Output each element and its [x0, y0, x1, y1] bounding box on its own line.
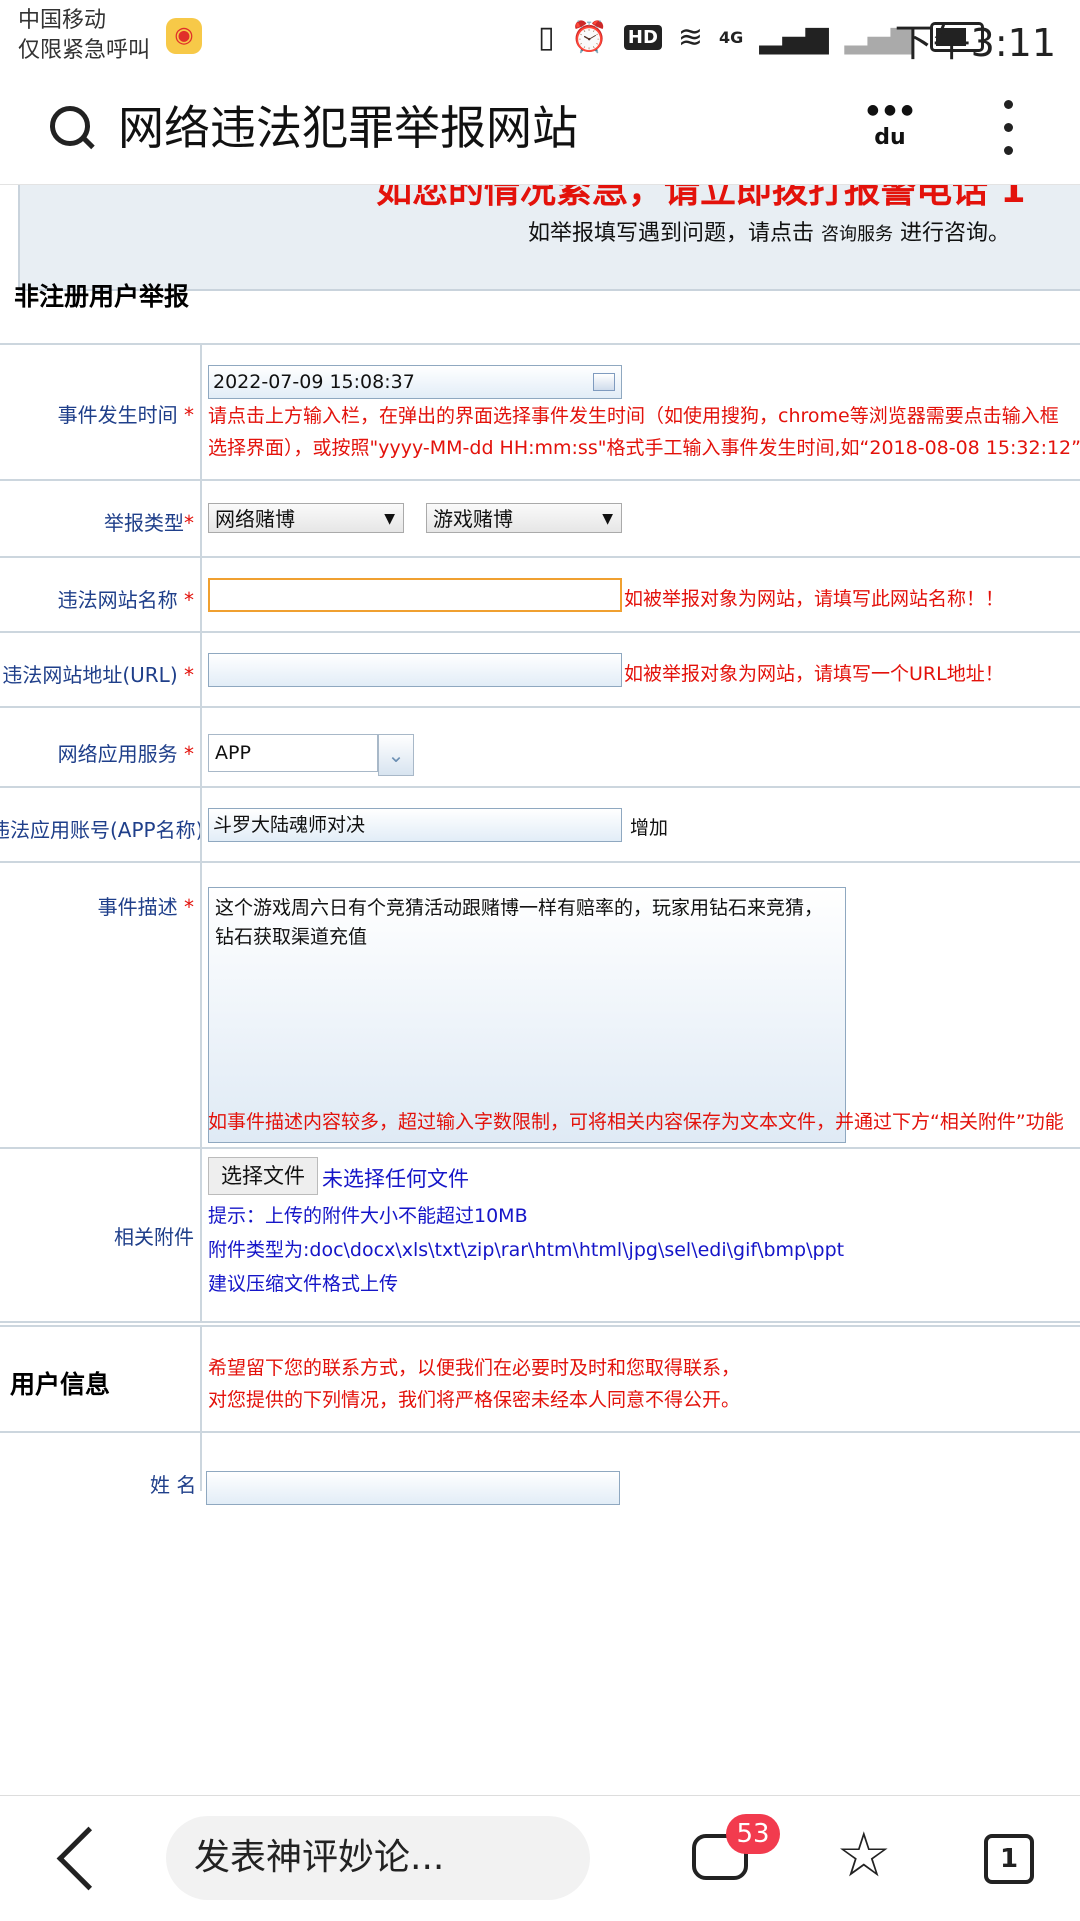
site-url-hint: 如被举报对象为网站，请填写一个URL地址！: [624, 663, 1004, 685]
attachment-tip-types: 附件类型为:doc\docx\xls\txt\zip\rar\htm\html\…: [208, 1239, 845, 1261]
description-hint: 如事件描述内容较多，超过输入字数限制，可将相关内容保存为文本文件，并通过下方“相…: [208, 1111, 1064, 1133]
site-url-cell: 如被举报对象为网站，请填写一个URL地址！: [200, 633, 1080, 706]
app-account-cell: 斗罗大陆魂师对决 增加: [200, 788, 1080, 861]
report-type-value: 网络赌博: [215, 507, 295, 531]
back-icon[interactable]: [56, 1826, 121, 1891]
app-account-input[interactable]: 斗罗大陆魂师对决: [208, 808, 622, 842]
app-service-cell: APP ⌄: [200, 708, 1080, 786]
name-cell-divider: [200, 1431, 202, 1491]
event-time-label: 事件发生时间 *: [57, 403, 194, 427]
emergency-headline: 如您的情况紧急，请立即拨打报警电话 1: [376, 185, 1026, 211]
event-time-input[interactable]: 2022-07-09 15:08:37: [208, 365, 622, 399]
row-event-time: 事件发生时间 * 2022-07-09 15:08:37 请点击上方输入栏，在弹…: [0, 345, 1080, 481]
row-report-type: 举报类型* 网络赌博 ▼ 游戏赌博 ▼: [0, 481, 1080, 558]
app-account-label: 违法应用账号(APP名称) *: [0, 818, 220, 842]
user-info-row: 用户信息 希望留下您的联系方式，以便我们在必要时及时和您取得联系， 对您提供的下…: [0, 1325, 1080, 1433]
description-label: 事件描述 *: [97, 895, 194, 919]
row-description: 事件描述 * 这个游戏周六日有个竞猜活动跟赌博一样有赔率的，玩家用钻石来竞猜，钻…: [0, 863, 1080, 1149]
hd-icon: HD: [623, 24, 662, 50]
browser-bottom-bar: 发表神评妙论... 53 ☆ 1: [0, 1795, 1080, 1921]
row-app-service: 网络应用服务 * APP ⌄: [0, 708, 1080, 788]
report-type-label: 举报类型*: [104, 511, 194, 535]
site-name-hint: 如被举报对象为网站，请填写此网站名称！！: [624, 588, 1005, 610]
web-page: 如您的情况紧急，请立即拨打报警电话 1 如举报填写遇到问题，请点击 咨询服务 进…: [0, 185, 1080, 1795]
help-text: 如举报填写遇到问题，请点击 咨询服务 进行咨询。: [528, 215, 1010, 247]
user-info-note-1: 希望留下您的联系方式，以便我们在必要时及时和您取得联系，: [208, 1357, 741, 1379]
section-title: 非注册用户举报: [14, 282, 190, 311]
report-type-cell: 网络赌博 ▼ 游戏赌博 ▼: [200, 481, 1080, 556]
search-icon[interactable]: [50, 106, 90, 146]
user-info-note-2: 对您提供的下列情况，我们将严格保密未经本人同意不得公开。: [208, 1389, 741, 1411]
vibrate-icon: ▯: [538, 19, 555, 55]
weibo-icon: ◉: [166, 18, 202, 54]
dropdown-arrow-icon: ▼: [384, 511, 395, 527]
user-info-title: 用户信息: [10, 1370, 111, 1399]
choose-file-button[interactable]: 选择文件: [208, 1157, 318, 1195]
report-type-select[interactable]: 网络赌博 ▼: [208, 503, 404, 533]
name-label: 姓 名: [150, 1473, 197, 1497]
row-site-url: 违法网站地址(URL) * 如被举报对象为网站，请填写一个URL地址！: [0, 633, 1080, 708]
app-service-label: 网络应用服务 *: [57, 742, 194, 766]
add-account-link[interactable]: 增加: [630, 813, 668, 840]
report-subtype-select[interactable]: 游戏赌博 ▼: [426, 503, 622, 533]
attachment-cell: 选择文件 未选择任何文件 提示：上传的附件大小不能超过10MB 附件类型为:do…: [200, 1149, 1080, 1321]
browser-search-bar[interactable]: 网络违法犯罪举报网站 du: [0, 78, 1080, 185]
tabs-icon[interactable]: 1: [984, 1834, 1034, 1884]
file-status: 未选择任何文件: [322, 1167, 469, 1191]
clock: 下午3:11: [894, 21, 1056, 65]
carrier-name: 中国移动: [18, 8, 107, 33]
attachment-label: 相关附件: [114, 1225, 194, 1249]
carrier-note: 仅限紧急呼叫: [18, 38, 151, 63]
dropdown-arrow-icon: ▼: [602, 511, 613, 527]
row-site-name: 违法网站名称 * 如被举报对象为网站，请填写此网站名称！！: [0, 558, 1080, 633]
description-cell: 这个游戏周六日有个竞猜活动跟赌博一样有赔率的，玩家用钻石来竞猜，钻石获取渠道充值…: [200, 863, 1080, 1147]
site-name-cell: 如被举报对象为网站，请填写此网站名称！！: [200, 558, 1080, 631]
attachment-tip-compress: 建议压缩文件格式上传: [208, 1273, 399, 1295]
site-name-input[interactable]: [208, 578, 622, 612]
favorite-star-icon[interactable]: ☆: [836, 1824, 892, 1886]
wifi-icon: ≋: [677, 19, 704, 55]
report-subtype-value: 游戏赌博: [433, 507, 513, 531]
report-form: 事件发生时间 * 2022-07-09 15:08:37 请点击上方输入栏，在弹…: [0, 343, 1080, 1323]
description-textarea[interactable]: 这个游戏周六日有个竞猜活动跟赌博一样有赔率的，玩家用钻石来竞猜，钻石获取渠道充值: [208, 887, 846, 1143]
site-url-label: 违法网站地址(URL) *: [2, 663, 194, 687]
name-input[interactable]: [206, 1471, 620, 1505]
app-service-combo[interactable]: APP: [208, 734, 378, 772]
event-time-cell: 2022-07-09 15:08:37 请点击上方输入栏，在弹出的界面选择事件发…: [200, 345, 1080, 479]
row-attachment: 相关附件 选择文件 未选择任何文件 提示：上传的附件大小不能超过10MB 附件类…: [0, 1149, 1080, 1323]
status-bar: 中国移动 仅限紧急呼叫 ◉ ▯ ⏰ HD ≋ 4G ▂▄▆ ▂▄▆ 下午3:11: [0, 0, 1080, 78]
comment-input[interactable]: 发表神评妙论...: [166, 1816, 590, 1900]
site-name-label: 违法网站名称 *: [57, 588, 194, 612]
network-type: 4G: [719, 27, 744, 47]
row-app-account: 违法应用账号(APP名称) * 斗罗大陆魂师对决 增加: [0, 788, 1080, 863]
consult-link[interactable]: 咨询服务: [821, 224, 893, 245]
help-prefix: 如举报填写遇到问题，请点击: [528, 221, 815, 246]
more-menu-icon[interactable]: [1000, 100, 1016, 160]
name-row: 姓 名: [0, 1431, 1080, 1505]
calendar-icon[interactable]: [593, 373, 615, 391]
alarm-icon: ⏰: [570, 19, 608, 55]
carrier-info: 中国移动 仅限紧急呼叫: [18, 6, 150, 66]
notice-box: 如您的情况紧急，请立即拨打报警电话 1 如举报填写遇到问题，请点击 咨询服务 进…: [18, 185, 1080, 291]
baidu-paw-icon[interactable]: du: [862, 100, 918, 156]
event-time-hint-1: 请点击上方输入栏，在弹出的界面选择事件发生时间（如使用搜狗，chrome等浏览器…: [208, 405, 1059, 427]
comment-count-badge: 53: [726, 1814, 780, 1854]
help-suffix: 进行咨询。: [900, 221, 1011, 246]
user-info-cell: 希望留下您的联系方式，以便我们在必要时及时和您取得联系， 对您提供的下列情况，我…: [200, 1327, 1080, 1431]
event-time-value: 2022-07-09 15:08:37: [213, 371, 415, 393]
signal-icon: ▂▄▆: [759, 19, 829, 55]
event-time-hint-2: 选择界面），或按照"yyyy-MM-dd HH:mm:ss"格式手工输入事件发生…: [208, 437, 1080, 459]
site-url-input[interactable]: [208, 653, 622, 687]
search-query[interactable]: 网络违法犯罪举报网站: [118, 98, 578, 158]
attachment-tip-size: 提示：上传的附件大小不能超过10MB: [208, 1205, 528, 1227]
chevron-down-icon[interactable]: ⌄: [378, 734, 414, 776]
